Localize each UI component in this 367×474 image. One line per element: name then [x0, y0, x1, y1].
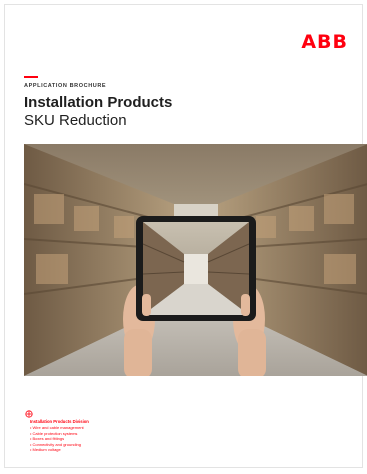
accent-bar	[24, 76, 38, 78]
abb-logo: ABB	[301, 31, 348, 53]
hero-image	[24, 144, 367, 376]
eyebrow-label: APPLICATION BROCHURE	[24, 83, 107, 89]
product-list: Wire and cable management Cable protecti…	[30, 425, 84, 453]
division-name: Installation Products Division	[30, 419, 89, 424]
cover-title: Installation Products	[24, 94, 173, 111]
brochure-cover: ABB APPLICATION BROCHURE Installation Pr…	[4, 4, 367, 468]
warehouse-photo	[24, 144, 367, 376]
crosshair-icon	[25, 410, 33, 418]
list-item: Medium voltage	[30, 447, 84, 453]
cover-subtitle: SKU Reduction	[24, 112, 127, 129]
list-item: Wire and cable management	[30, 425, 84, 431]
